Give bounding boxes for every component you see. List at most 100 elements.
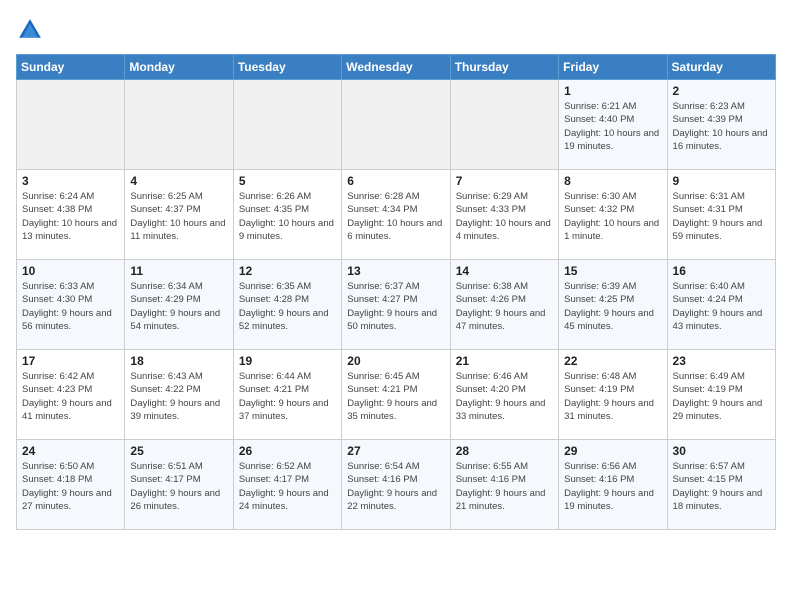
day-number: 3 <box>22 174 119 188</box>
calendar-cell: 30 Sunrise: 6:57 AM Sunset: 4:15 PM Dayli… <box>667 440 775 530</box>
day-number: 4 <box>130 174 227 188</box>
day-number: 9 <box>673 174 770 188</box>
calendar-cell: 4Sunrise: 6:25 AM Sunset: 4:37 PM Daylig… <box>125 170 233 260</box>
calendar-cell <box>17 80 125 170</box>
calendar-cell: 16Sunrise: 6:40 AM Sunset: 4:24 PM Dayli… <box>667 260 775 350</box>
day-info: Sunrise: 6:48 AM Sunset: 4:19 PM Dayligh… <box>564 370 661 423</box>
day-number: 21 <box>456 354 553 368</box>
logo-icon <box>16 16 44 44</box>
calendar-cell <box>233 80 341 170</box>
calendar-cell: 25 Sunrise: 6:51 AM Sunset: 4:17 PM Dayli… <box>125 440 233 530</box>
calendar-cell: 10Sunrise: 6:33 AM Sunset: 4:30 PM Dayli… <box>17 260 125 350</box>
calendar-cell: 6Sunrise: 6:28 AM Sunset: 4:34 PM Daylig… <box>342 170 450 260</box>
day-info: Sunrise: 6:46 AM Sunset: 4:20 PM Dayligh… <box>456 370 553 423</box>
day-number: 8 <box>564 174 661 188</box>
day-number: 25 <box>130 444 227 458</box>
day-info: Sunrise: 6:51 AM Sunset: 4:17 PM Dayligh… <box>130 460 227 513</box>
day-info: Sunrise: 6:21 AM Sunset: 4:40 PM Dayligh… <box>564 100 661 153</box>
calendar-cell: 8 Sunrise: 6:30 AM Sunset: 4:32 PM Daylig… <box>559 170 667 260</box>
day-info: Sunrise: 6:44 AM Sunset: 4:21 PM Dayligh… <box>239 370 336 423</box>
calendar-week-0: 1Sunrise: 6:21 AM Sunset: 4:40 PM Daylig… <box>17 80 776 170</box>
calendar-cell: 1Sunrise: 6:21 AM Sunset: 4:40 PM Daylig… <box>559 80 667 170</box>
calendar-cell: 19 Sunrise: 6:44 AM Sunset: 4:21 PM Dayli… <box>233 350 341 440</box>
day-number: 11 <box>130 264 227 278</box>
calendar-week-4: 24 Sunrise: 6:50 AM Sunset: 4:18 PM Dayli… <box>17 440 776 530</box>
calendar-cell <box>450 80 558 170</box>
day-info: Sunrise: 6:39 AM Sunset: 4:25 PM Dayligh… <box>564 280 661 333</box>
calendar-cell: 26 Sunrise: 6:52 AM Sunset: 4:17 PM Dayli… <box>233 440 341 530</box>
day-info: Sunrise: 6:56 AM Sunset: 4:16 PM Dayligh… <box>564 460 661 513</box>
day-info: Sunrise: 6:54 AM Sunset: 4:16 PM Dayligh… <box>347 460 444 513</box>
weekday-saturday: Saturday <box>667 55 775 80</box>
day-number: 10 <box>22 264 119 278</box>
day-number: 27 <box>347 444 444 458</box>
calendar-week-1: 3 Sunrise: 6:24 AM Sunset: 4:38 PM Daylig… <box>17 170 776 260</box>
calendar-cell: 27 Sunrise: 6:54 AM Sunset: 4:16 PM Dayli… <box>342 440 450 530</box>
day-info: Sunrise: 6:31 AM Sunset: 4:31 PM Dayligh… <box>673 190 770 243</box>
calendar-cell: 7 Sunrise: 6:29 AM Sunset: 4:33 PM Daylig… <box>450 170 558 260</box>
weekday-friday: Friday <box>559 55 667 80</box>
day-info: Sunrise: 6:35 AM Sunset: 4:28 PM Dayligh… <box>239 280 336 333</box>
calendar-cell: 2 Sunrise: 6:23 AM Sunset: 4:39 PM Daylig… <box>667 80 775 170</box>
calendar-cell: 23 Sunrise: 6:49 AM Sunset: 4:19 PM Dayli… <box>667 350 775 440</box>
calendar-cell: 21 Sunrise: 6:46 AM Sunset: 4:20 PM Dayli… <box>450 350 558 440</box>
day-number: 14 <box>456 264 553 278</box>
day-number: 22 <box>564 354 661 368</box>
day-number: 18 <box>130 354 227 368</box>
day-info: Sunrise: 6:42 AM Sunset: 4:23 PM Dayligh… <box>22 370 119 423</box>
day-number: 29 <box>564 444 661 458</box>
day-number: 7 <box>456 174 553 188</box>
day-number: 16 <box>673 264 770 278</box>
day-number: 26 <box>239 444 336 458</box>
day-info: Sunrise: 6:45 AM Sunset: 4:21 PM Dayligh… <box>347 370 444 423</box>
calendar-cell: 11 Sunrise: 6:34 AM Sunset: 4:29 PM Dayli… <box>125 260 233 350</box>
calendar-cell: 13 Sunrise: 6:37 AM Sunset: 4:27 PM Dayli… <box>342 260 450 350</box>
weekday-sunday: Sunday <box>17 55 125 80</box>
calendar-cell: 12 Sunrise: 6:35 AM Sunset: 4:28 PM Dayli… <box>233 260 341 350</box>
calendar-cell: 20 Sunrise: 6:45 AM Sunset: 4:21 PM Dayli… <box>342 350 450 440</box>
day-info: Sunrise: 6:57 AM Sunset: 4:15 PM Dayligh… <box>673 460 770 513</box>
calendar-cell: 9 Sunrise: 6:31 AM Sunset: 4:31 PM Daylig… <box>667 170 775 260</box>
day-info: Sunrise: 6:28 AM Sunset: 4:34 PM Dayligh… <box>347 190 444 243</box>
day-info: Sunrise: 6:24 AM Sunset: 4:38 PM Dayligh… <box>22 190 119 243</box>
day-number: 24 <box>22 444 119 458</box>
day-info: Sunrise: 6:49 AM Sunset: 4:19 PM Dayligh… <box>673 370 770 423</box>
calendar-cell: 29 Sunrise: 6:56 AM Sunset: 4:16 PM Dayli… <box>559 440 667 530</box>
weekday-monday: Monday <box>125 55 233 80</box>
weekday-header-row: SundayMondayTuesdayWednesdayThursdayFrid… <box>17 55 776 80</box>
day-info: Sunrise: 6:23 AM Sunset: 4:39 PM Dayligh… <box>673 100 770 153</box>
calendar-cell: 18 Sunrise: 6:43 AM Sunset: 4:22 PM Dayli… <box>125 350 233 440</box>
weekday-wednesday: Wednesday <box>342 55 450 80</box>
day-info: Sunrise: 6:26 AM Sunset: 4:35 PM Dayligh… <box>239 190 336 243</box>
day-info: Sunrise: 6:52 AM Sunset: 4:17 PM Dayligh… <box>239 460 336 513</box>
calendar-cell: 28Sunrise: 6:55 AM Sunset: 4:16 PM Dayli… <box>450 440 558 530</box>
day-info: Sunrise: 6:30 AM Sunset: 4:32 PM Dayligh… <box>564 190 661 243</box>
calendar-cell: 17Sunrise: 6:42 AM Sunset: 4:23 PM Dayli… <box>17 350 125 440</box>
calendar-cell: 24 Sunrise: 6:50 AM Sunset: 4:18 PM Dayli… <box>17 440 125 530</box>
day-number: 15 <box>564 264 661 278</box>
calendar-cell: 3 Sunrise: 6:24 AM Sunset: 4:38 PM Daylig… <box>17 170 125 260</box>
day-number: 12 <box>239 264 336 278</box>
calendar-cell: 15 Sunrise: 6:39 AM Sunset: 4:25 PM Dayli… <box>559 260 667 350</box>
day-info: Sunrise: 6:50 AM Sunset: 4:18 PM Dayligh… <box>22 460 119 513</box>
day-info: Sunrise: 6:29 AM Sunset: 4:33 PM Dayligh… <box>456 190 553 243</box>
calendar-cell: 22 Sunrise: 6:48 AM Sunset: 4:19 PM Dayli… <box>559 350 667 440</box>
day-number: 13 <box>347 264 444 278</box>
day-number: 19 <box>239 354 336 368</box>
calendar-week-3: 17Sunrise: 6:42 AM Sunset: 4:23 PM Dayli… <box>17 350 776 440</box>
calendar-cell: 5 Sunrise: 6:26 AM Sunset: 4:35 PM Daylig… <box>233 170 341 260</box>
day-info: Sunrise: 6:34 AM Sunset: 4:29 PM Dayligh… <box>130 280 227 333</box>
day-number: 23 <box>673 354 770 368</box>
weekday-thursday: Thursday <box>450 55 558 80</box>
day-number: 2 <box>673 84 770 98</box>
logo <box>16 16 48 44</box>
day-number: 20 <box>347 354 444 368</box>
weekday-tuesday: Tuesday <box>233 55 341 80</box>
day-info: Sunrise: 6:37 AM Sunset: 4:27 PM Dayligh… <box>347 280 444 333</box>
day-info: Sunrise: 6:55 AM Sunset: 4:16 PM Dayligh… <box>456 460 553 513</box>
day-number: 30 <box>673 444 770 458</box>
calendar-cell <box>125 80 233 170</box>
day-number: 5 <box>239 174 336 188</box>
day-info: Sunrise: 6:43 AM Sunset: 4:22 PM Dayligh… <box>130 370 227 423</box>
calendar-table: SundayMondayTuesdayWednesdayThursdayFrid… <box>16 54 776 530</box>
